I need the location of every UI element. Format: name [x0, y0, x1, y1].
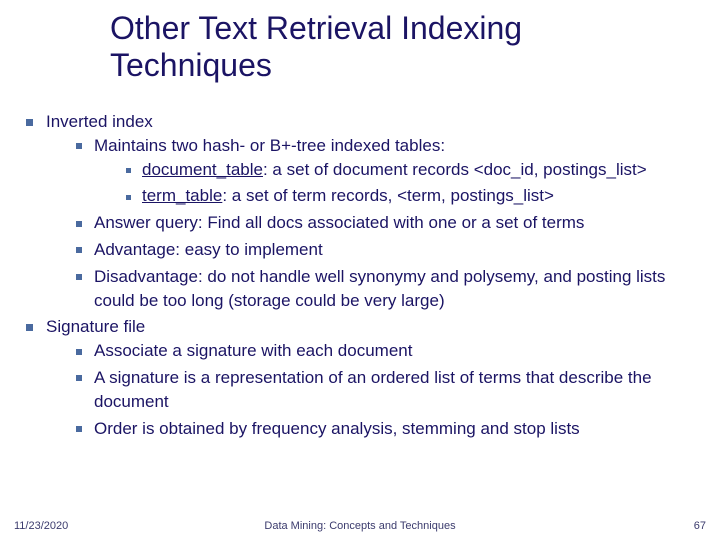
bullet-text: Disadvantage: do not handle well synonym… — [94, 267, 665, 310]
bullet-document-table: document_table: a set of document record… — [118, 158, 700, 182]
bullet-text: Advantage: easy to implement — [94, 240, 323, 259]
bullet-signature-file: Signature file Associate a signature wit… — [20, 315, 700, 440]
bullet-term-table: term_table: a set of term records, <term… — [118, 184, 700, 208]
bullet-text: Order is obtained by frequency analysis,… — [94, 419, 580, 438]
bullet-text: : a set of document records <doc_id, pos… — [263, 160, 647, 179]
bullet-advantage: Advantage: easy to implement — [70, 238, 700, 262]
bullet-inverted-index: Inverted index Maintains two hash- or B+… — [20, 110, 700, 312]
bullet-list: Maintains two hash- or B+-tree indexed t… — [70, 134, 700, 313]
term-underlined: term_table — [142, 186, 222, 205]
bullet-list: document_table: a set of document record… — [118, 158, 700, 209]
bullet-text: Maintains two hash- or B+-tree indexed t… — [94, 136, 445, 155]
slide-title: Other Text Retrieval Indexing Techniques — [110, 10, 690, 84]
bullet-associate: Associate a signature with each document — [70, 339, 700, 363]
bullet-text: A signature is a representation of an or… — [94, 368, 652, 411]
footer-page-number: 67 — [694, 520, 706, 532]
bullet-maintains: Maintains two hash- or B+-tree indexed t… — [70, 134, 700, 208]
bullet-text: Inverted index — [46, 112, 153, 131]
bullet-text: Signature file — [46, 317, 145, 336]
bullet-order: Order is obtained by frequency analysis,… — [70, 417, 700, 441]
bullet-answer-query: Answer query: Find all docs associated w… — [70, 211, 700, 235]
slide: Other Text Retrieval Indexing Techniques… — [0, 0, 720, 540]
bullet-text: Answer query: Find all docs associated w… — [94, 213, 584, 232]
footer-title: Data Mining: Concepts and Techniques — [0, 520, 720, 532]
bullet-text: : a set of term records, <term, postings… — [222, 186, 554, 205]
bullet-signature-is: A signature is a representation of an or… — [70, 366, 700, 414]
bullet-text: Associate a signature with each document — [94, 341, 412, 360]
bullet-disadvantage: Disadvantage: do not handle well synonym… — [70, 265, 700, 313]
slide-body: Inverted index Maintains two hash- or B+… — [20, 110, 700, 443]
bullet-list: Associate a signature with each document… — [70, 339, 700, 440]
bullet-list: Inverted index Maintains two hash- or B+… — [20, 110, 700, 440]
term-underlined: document_table — [142, 160, 263, 179]
